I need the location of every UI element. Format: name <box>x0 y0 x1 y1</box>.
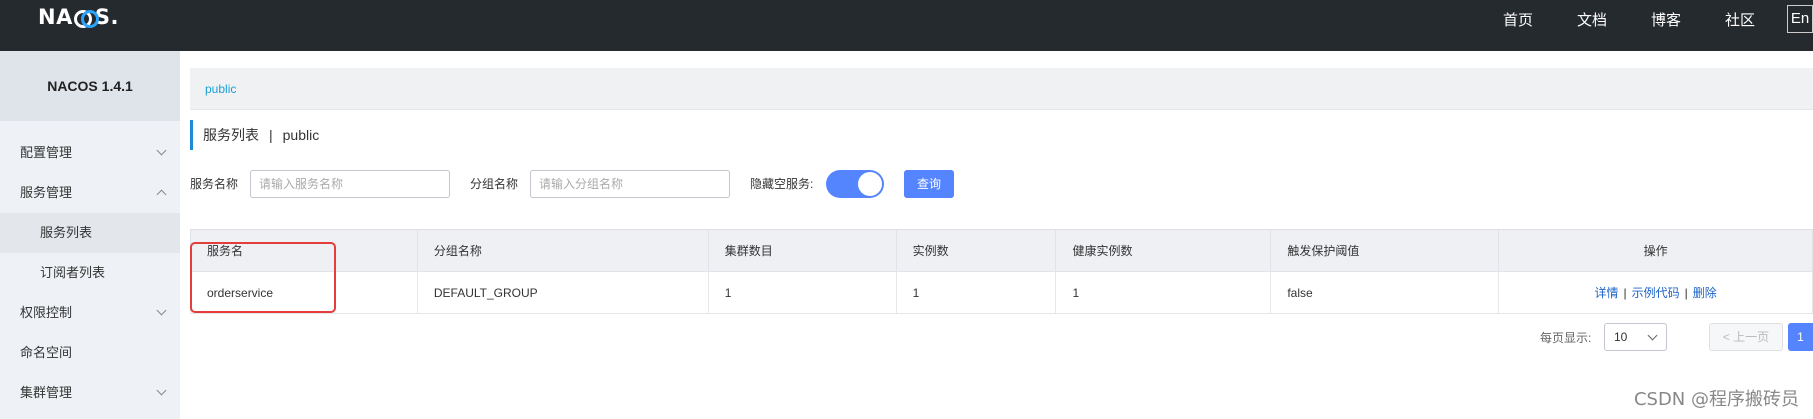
query-button[interactable]: 查询 <box>904 170 954 198</box>
page-size-select[interactable]: 10 <box>1604 323 1667 351</box>
nav-home-link[interactable]: 首页 <box>1503 9 1533 30</box>
page-size-label: 每页显示: <box>1540 331 1592 345</box>
column-header-service-name[interactable]: 服务名 <box>190 229 418 272</box>
cell-healthy-count: 1 <box>1055 271 1272 314</box>
version-label: NACOS 1.4.1 <box>0 51 180 121</box>
sidebar-item-label: 命名空间 <box>20 345 73 360</box>
service-name-input[interactable] <box>250 170 450 198</box>
sidebar-item-config-management[interactable]: 配置管理 <box>0 133 180 173</box>
page-title: 服务列表 | public <box>190 120 319 150</box>
table-header-row: 服务名 分组名称 集群数目 实例数 健康实例数 触发保护阈值 操作 <box>190 229 1813 272</box>
top-header: NA S. 首页 文档 博客 社区 En <box>0 0 1813 51</box>
page-title-text: 服务列表 <box>203 127 259 143</box>
language-toggle-button[interactable]: En <box>1787 5 1813 33</box>
column-header-actions: 操作 <box>1498 229 1813 272</box>
nav-docs-link[interactable]: 文档 <box>1577 9 1607 30</box>
sample-code-link[interactable]: 示例代码 <box>1632 286 1680 300</box>
action-separator: | <box>1684 286 1688 300</box>
chevron-up-icon <box>154 173 170 213</box>
column-header-instance-count[interactable]: 实例数 <box>895 229 1057 272</box>
hide-empty-toggle[interactable] <box>826 170 884 198</box>
page-size-value: 10 <box>1614 330 1628 344</box>
sidebar: NACOS 1.4.1 配置管理 服务管理 服务列表 订阅者列表 权限控制 命名… <box>0 51 180 419</box>
chevron-down-icon <box>154 133 170 173</box>
chevron-down-icon <box>154 373 170 413</box>
chevron-down-icon <box>1647 330 1658 341</box>
breadcrumb-namespace-link[interactable]: public <box>205 68 236 110</box>
service-name-label: 服务名称 <box>190 177 239 191</box>
logo-co-icon <box>73 9 99 28</box>
detail-link[interactable]: 详情 <box>1594 286 1618 300</box>
column-header-cluster-count[interactable]: 集群数目 <box>707 229 897 272</box>
column-header-group-name[interactable]: 分组名称 <box>416 229 709 272</box>
chevron-down-icon <box>154 293 170 333</box>
sidebar-item-label: 权限控制 <box>20 305 73 320</box>
cell-service-name: orderservice <box>190 271 418 314</box>
sidebar-item-access-control[interactable]: 权限控制 <box>0 293 180 333</box>
sidebar-item-service-management[interactable]: 服务管理 <box>0 173 180 213</box>
sidebar-item-label: 服务管理 <box>20 185 73 200</box>
sidebar-item-namespace[interactable]: 命名空间 <box>0 333 180 373</box>
cell-instance-count: 1 <box>895 271 1057 314</box>
nav-community-link[interactable]: 社区 <box>1725 9 1755 30</box>
sidebar-item-label: 配置管理 <box>20 145 73 160</box>
table-row: orderservice DEFAULT_GROUP 1 1 1 false 详… <box>190 271 1813 314</box>
cell-cluster-count: 1 <box>707 271 897 314</box>
page-title-separator: | <box>269 127 273 143</box>
group-name-input[interactable] <box>530 170 730 198</box>
sidebar-subitem-service-list[interactable]: 服务列表 <box>0 213 180 253</box>
group-name-label: 分组名称 <box>470 177 519 191</box>
column-header-protect-threshold[interactable]: 触发保护阈值 <box>1270 229 1500 272</box>
sidebar-item-cluster-management[interactable]: 集群管理 <box>0 373 180 413</box>
logo-text-start: NA <box>38 5 73 29</box>
nav-blog-link[interactable]: 博客 <box>1651 9 1681 30</box>
hide-empty-label: 隐藏空服务: <box>750 177 814 191</box>
top-nav: 首页 文档 博客 社区 En <box>1503 0 1813 38</box>
cell-actions: 详情 | 示例代码 | 删除 <box>1498 271 1813 314</box>
action-separator: | <box>1623 286 1627 300</box>
cell-group-name: DEFAULT_GROUP <box>416 271 709 314</box>
cell-protect-threshold: false <box>1270 271 1500 314</box>
toggle-knob <box>858 172 882 196</box>
current-page-button[interactable]: 1 <box>1788 323 1813 351</box>
delete-link[interactable]: 删除 <box>1693 286 1717 300</box>
breadcrumb: public <box>190 68 1813 110</box>
page-title-namespace: public <box>282 127 320 143</box>
watermark: CSDN @程序搬砖员 <box>1633 389 1799 410</box>
sidebar-subitem-subscriber-list[interactable]: 订阅者列表 <box>0 253 180 293</box>
prev-page-button[interactable]: < 上一页 <box>1709 323 1783 351</box>
nacos-logo[interactable]: NA S. <box>38 5 119 29</box>
column-header-healthy-count[interactable]: 健康实例数 <box>1055 229 1272 272</box>
service-table: 服务名 分组名称 集群数目 实例数 健康实例数 触发保护阈值 操作 orders… <box>190 229 1813 314</box>
sidebar-item-label: 集群管理 <box>20 385 73 400</box>
